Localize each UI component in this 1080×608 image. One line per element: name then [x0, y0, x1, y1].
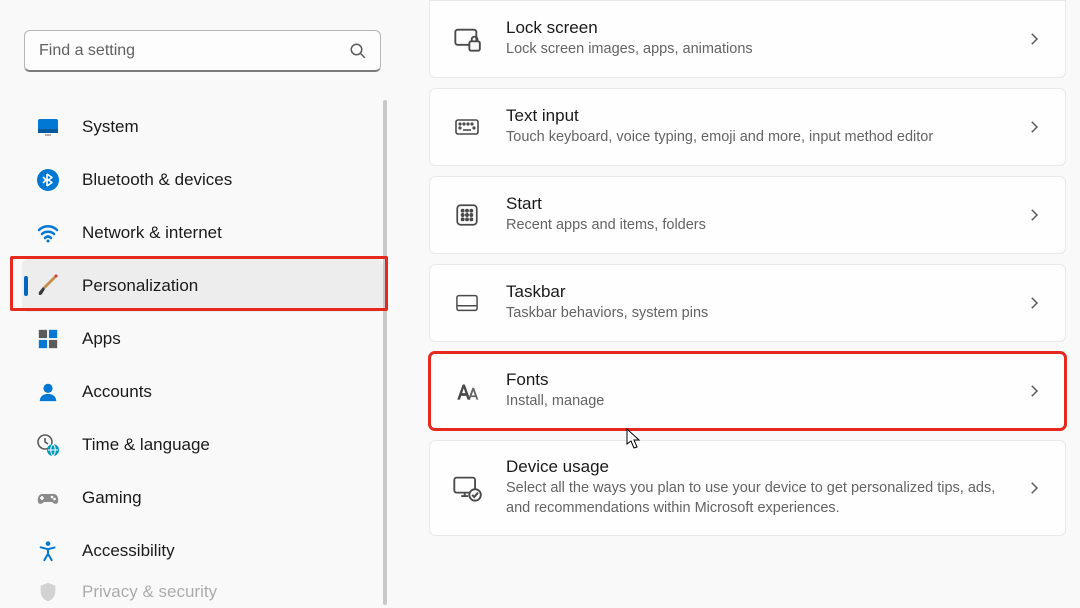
card-text: Lock screen Lock screen images, apps, an… — [506, 18, 1001, 60]
search-input[interactable] — [24, 30, 381, 72]
keyboard-icon — [452, 112, 482, 142]
card-title: Text input — [506, 106, 1001, 126]
card-title: Start — [506, 194, 1001, 214]
apps-icon — [36, 327, 60, 351]
card-taskbar[interactable]: Taskbar Taskbar behaviors, system pins — [429, 264, 1066, 342]
card-text: Start Recent apps and items, folders — [506, 194, 1001, 236]
sidebar-item-accessibility[interactable]: Accessibility — [22, 524, 383, 577]
card-title: Fonts — [506, 370, 1001, 390]
card-text: Fonts Install, manage — [506, 370, 1001, 412]
sidebar-item-label: Network & internet — [82, 223, 369, 243]
monitor-icon — [36, 115, 60, 139]
chevron-right-icon — [1025, 479, 1043, 497]
chevron-right-icon — [1025, 382, 1043, 400]
card-fonts[interactable]: Fonts Install, manage — [429, 352, 1066, 430]
lock-screen-icon — [452, 24, 482, 54]
sidebar-item-time-language[interactable]: Time & language — [22, 418, 383, 471]
card-title: Lock screen — [506, 18, 1001, 38]
card-desc: Install, manage — [506, 392, 1001, 412]
sidebar-item-label: Privacy & security — [82, 582, 369, 602]
card-text: Device usage Select all the ways you pla… — [506, 457, 1001, 518]
fonts-icon — [452, 376, 482, 406]
chevron-right-icon — [1025, 294, 1043, 312]
chevron-right-icon — [1025, 30, 1043, 48]
sidebar-item-label: System — [82, 117, 369, 137]
main-content: Lock screen Lock screen images, apps, an… — [395, 0, 1080, 608]
sidebar-item-label: Accessibility — [82, 541, 369, 561]
card-desc: Recent apps and items, folders — [506, 216, 1001, 236]
sidebar-item-label: Time & language — [82, 435, 369, 455]
sidebar-scrollbar[interactable] — [383, 100, 387, 605]
sidebar-item-label: Bluetooth & devices — [82, 170, 369, 190]
card-desc: Lock screen images, apps, animations — [506, 40, 1001, 60]
gamepad-icon — [36, 486, 60, 510]
search-container — [24, 30, 381, 72]
sidebar-item-bluetooth[interactable]: Bluetooth & devices — [22, 153, 383, 206]
accessibility-icon — [36, 539, 60, 563]
sidebar-item-label: Gaming — [82, 488, 369, 508]
clock-globe-icon — [36, 433, 60, 457]
sidebar-item-network[interactable]: Network & internet — [22, 206, 383, 259]
sidebar-item-accounts[interactable]: Accounts — [22, 365, 383, 418]
card-title: Device usage — [506, 457, 1001, 477]
device-usage-icon — [452, 473, 482, 503]
sidebar-item-label: Personalization — [82, 276, 369, 296]
card-text: Text input Touch keyboard, voice typing,… — [506, 106, 1001, 148]
start-icon — [452, 200, 482, 230]
card-start[interactable]: Start Recent apps and items, folders — [429, 176, 1066, 254]
card-desc: Select all the ways you plan to use your… — [506, 479, 1001, 518]
sidebar-item-personalization[interactable]: Personalization — [22, 259, 383, 312]
sidebar-item-label: Apps — [82, 329, 369, 349]
search-icon — [349, 42, 367, 60]
bluetooth-icon — [36, 168, 60, 192]
card-text-input[interactable]: Text input Touch keyboard, voice typing,… — [429, 88, 1066, 166]
sidebar: System Bluetooth & devices Network & int… — [0, 0, 395, 608]
chevron-right-icon — [1025, 206, 1043, 224]
card-title: Taskbar — [506, 282, 1001, 302]
wifi-icon — [36, 221, 60, 245]
taskbar-icon — [452, 288, 482, 318]
sidebar-item-system[interactable]: System — [22, 100, 383, 153]
sidebar-item-privacy[interactable]: Privacy & security — [22, 577, 383, 607]
sidebar-item-gaming[interactable]: Gaming — [22, 471, 383, 524]
shield-icon — [36, 580, 60, 604]
sidebar-item-apps[interactable]: Apps — [22, 312, 383, 365]
card-desc: Touch keyboard, voice typing, emoji and … — [506, 128, 1001, 148]
card-desc: Taskbar behaviors, system pins — [506, 304, 1001, 324]
chevron-right-icon — [1025, 118, 1043, 136]
paintbrush-icon — [36, 274, 60, 298]
person-icon — [36, 380, 60, 404]
sidebar-nav: System Bluetooth & devices Network & int… — [22, 100, 383, 608]
card-device-usage[interactable]: Device usage Select all the ways you pla… — [429, 440, 1066, 536]
card-text: Taskbar Taskbar behaviors, system pins — [506, 282, 1001, 324]
sidebar-item-label: Accounts — [82, 382, 369, 402]
card-lock-screen[interactable]: Lock screen Lock screen images, apps, an… — [429, 0, 1066, 78]
